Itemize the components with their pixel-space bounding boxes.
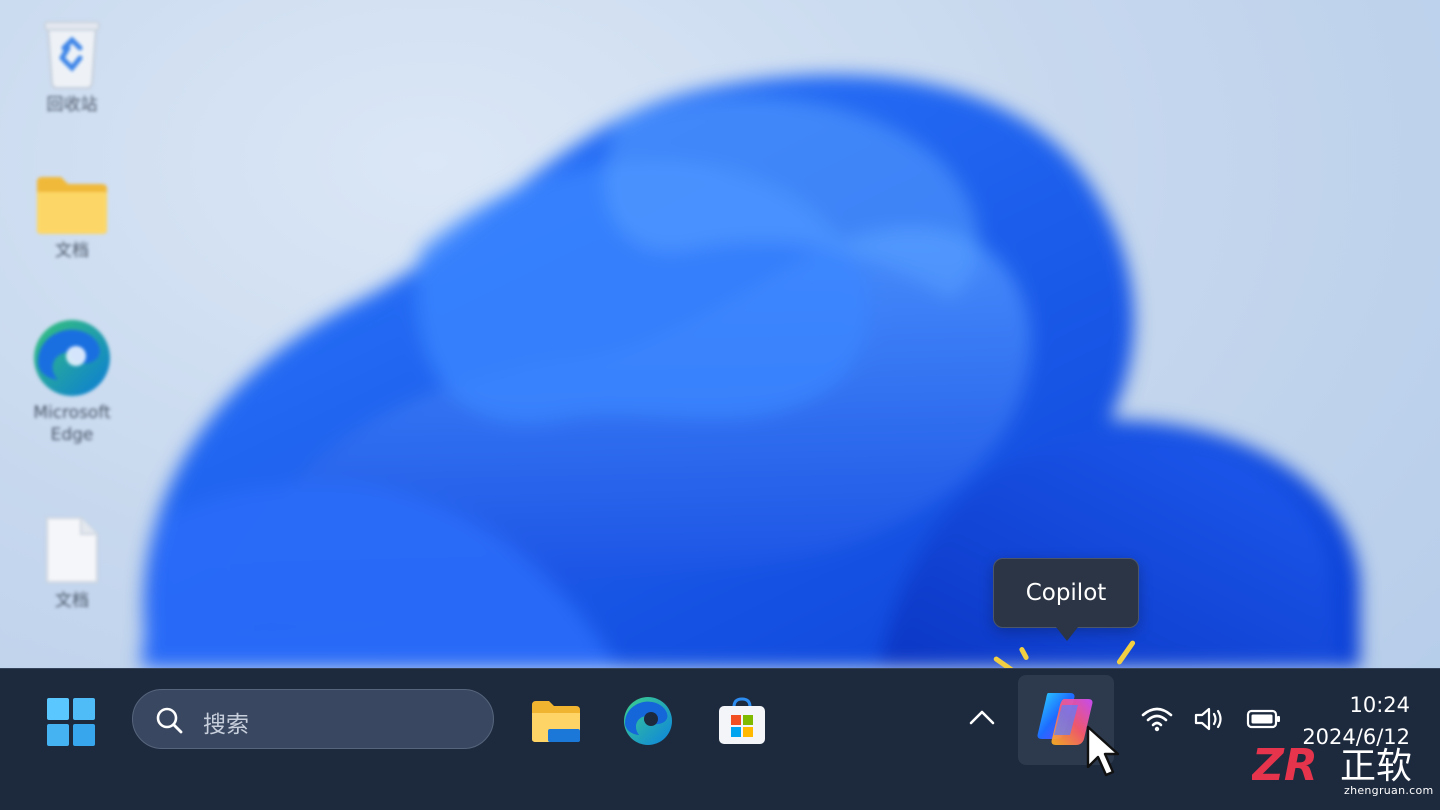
taskbar: 搜索 10:24 2024/6/12 [0,668,1440,810]
copilot-tooltip: Copilot [993,558,1139,628]
zr-logo-icon: ZR 正软 [1250,740,1412,791]
desktop-icon-label: Microsoft Edge [33,403,111,445]
desktop-icon-document-file[interactable]: 文档 [17,514,127,612]
desktop-wallpaper [0,0,1440,668]
start-button[interactable] [46,697,96,747]
desktop-icon-documents-folder[interactable]: 文档 [17,174,127,262]
tooltip-arrow [1056,627,1078,641]
volume-icon[interactable] [1193,705,1227,733]
store-taskbar-button[interactable] [716,695,768,747]
recycle-bin-icon [44,21,100,89]
watermark-logo: ZR 正软 zhengruan.com [1250,740,1434,804]
watermark-site: zhengruan.com [1344,784,1434,797]
store-icon [719,697,765,744]
mouse-cursor-icon [1086,725,1120,777]
tooltip-text: Copilot [1025,580,1107,606]
search-placeholder: 搜索 [203,712,249,738]
folder-icon [532,701,580,742]
desktop-icon-label: 回收站 [46,95,98,115]
desktop-icon-recycle-bin[interactable]: 回收站 [17,18,127,116]
battery-icon[interactable] [1246,705,1282,733]
folder-icon [37,177,107,234]
edge-taskbar-button[interactable] [622,695,674,747]
chevron-up-icon[interactable] [968,707,996,727]
search-icon [156,707,183,734]
document-file-icon [46,517,98,583]
clock-time: 10:24 [1349,693,1410,717]
edge-icon [34,320,110,396]
desktop-icon-edge[interactable]: Microsoft Edge [17,318,127,446]
watermark-brand-mark: ZR [1252,740,1318,788]
taskbar-search-box[interactable]: 搜索 [132,689,494,749]
watermark-brand: 正软 [1340,746,1412,787]
desktop-icon-label: 文档 [55,591,89,611]
file-explorer-taskbar-button[interactable] [530,695,582,747]
edge-icon [624,697,672,745]
desktop-icon-label: 文档 [55,241,89,261]
wifi-icon[interactable] [1140,705,1174,733]
